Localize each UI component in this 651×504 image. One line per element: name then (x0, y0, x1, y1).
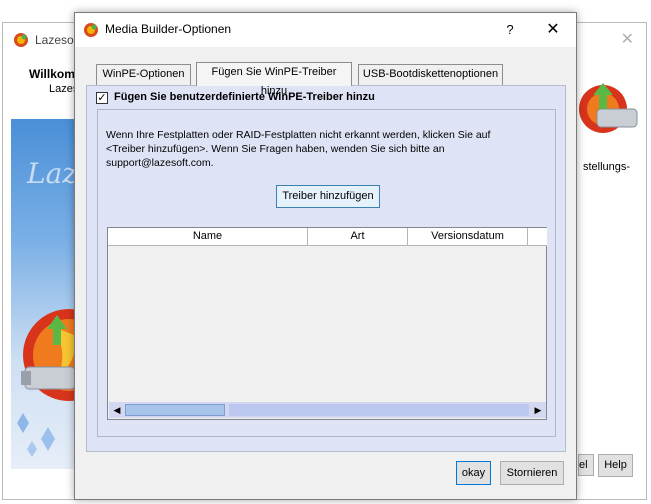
ok-button[interactable]: okay (456, 461, 491, 485)
scroll-thumb[interactable] (125, 404, 225, 416)
tab-usb-boot-options[interactable]: USB-Bootdiskettenoptionen (358, 64, 503, 85)
info-text: Wenn Ihre Festplatten oder RAID-Festplat… (106, 129, 491, 169)
usb-flame-logo-right-icon (579, 83, 638, 133)
scroll-right-icon[interactable]: ▶ (530, 402, 546, 418)
usb-flame-logo-icon (21, 309, 81, 401)
column-header-version-date[interactable]: Versionsdatum (408, 228, 528, 246)
dialog-titlebar[interactable]: Media Builder-Optionen ? ✕ (75, 13, 576, 47)
driver-list[interactable]: Name Art Versionsdatum ◀ ▶ (107, 227, 547, 420)
custom-drivers-checkbox[interactable]: ✓ (96, 92, 108, 104)
cancel-button[interactable]: Stornieren (500, 461, 564, 485)
background-help-button[interactable]: Help (598, 454, 633, 477)
tab-add-winpe-drivers[interactable]: Fügen Sie WinPE-Treiber hinzu (196, 62, 352, 97)
column-header-filler (528, 228, 547, 246)
close-icon[interactable]: ✕ (541, 19, 565, 41)
background-description-text: stellungs- (583, 161, 631, 173)
scroll-track[interactable] (229, 404, 529, 416)
add-driver-button[interactable]: Treiber hinzufügen (276, 185, 380, 208)
tab-panel-drivers: ✓ Fügen Sie benutzerdefinierte WinPE-Tre… (86, 85, 566, 452)
background-brand-text: Laz (27, 157, 78, 190)
column-header-name[interactable]: Name (108, 228, 308, 246)
drivers-group-box: Wenn Ihre Festplatten oder RAID-Festplat… (97, 109, 556, 437)
horizontal-scrollbar[interactable]: ◀ ▶ (109, 402, 546, 418)
leaves-decoration-icon (17, 413, 55, 457)
background-close-icon[interactable]: ✕ (621, 29, 634, 49)
lazesoft-app-icon (84, 23, 98, 37)
background-cancel-button[interactable]: el (578, 454, 594, 476)
help-icon[interactable]: ? (500, 19, 520, 41)
column-header-type[interactable]: Art (308, 228, 408, 246)
media-builder-options-dialog: Media Builder-Optionen ? ✕ WinPE-Optione… (74, 12, 577, 500)
scroll-left-icon[interactable]: ◀ (109, 402, 125, 418)
custom-drivers-checkbox-label[interactable]: Fügen Sie benutzerdefinierte WinPE-Treib… (114, 91, 375, 103)
tab-winpe-options[interactable]: WinPE-Optionen (96, 64, 191, 85)
lazesoft-app-icon (14, 33, 28, 47)
dialog-title: Media Builder-Optionen (105, 22, 232, 36)
